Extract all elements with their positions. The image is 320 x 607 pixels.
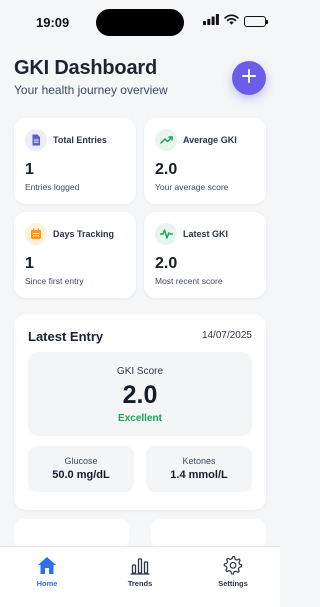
stat-card-total-entries: Total Entries 1 Entries logged xyxy=(14,118,136,204)
stat-description: Most recent score xyxy=(155,276,223,286)
tab-home-label: Home xyxy=(36,579,58,588)
ketones-value: 1.4 mmol/L xyxy=(170,469,228,481)
tab-trends-label: Trends xyxy=(127,579,153,588)
bottom-tab-bar: Home Trends Settings xyxy=(0,546,280,607)
gear-icon xyxy=(203,555,263,575)
pulse-icon xyxy=(155,223,177,245)
stat-description: Since first entry xyxy=(25,276,84,286)
dynamic-island xyxy=(96,9,184,36)
plus-icon xyxy=(242,68,256,88)
stat-value: 2.0 xyxy=(155,255,178,272)
stat-card-average-gki: Average GKI 2.0 Your average score xyxy=(144,118,266,204)
tab-trends[interactable]: Trends xyxy=(110,555,170,588)
tab-settings-label: Settings xyxy=(218,579,248,588)
stat-card-days-tracking: Days Tracking 1 Since first entry xyxy=(14,212,136,298)
signal-icon xyxy=(203,12,219,30)
stat-value: 1 xyxy=(25,255,34,272)
gki-score-label: GKI Score xyxy=(116,366,164,377)
latest-entry-date: 14/07/2025 xyxy=(201,330,252,341)
stat-label: Total Entries xyxy=(53,135,107,145)
status-bar: 19:09 xyxy=(0,0,280,44)
bar-chart-icon xyxy=(110,555,170,575)
document-icon xyxy=(25,129,47,151)
gki-score-status: Excellent xyxy=(118,413,162,424)
add-entry-button[interactable] xyxy=(232,61,266,95)
gki-score-value: 2.0 xyxy=(122,381,158,409)
glucose-panel: Glucose 50.0 mg/dL xyxy=(28,446,134,492)
next-card-right xyxy=(151,519,266,549)
home-icon xyxy=(17,555,77,575)
stat-value: 2.0 xyxy=(155,161,178,178)
stat-label: Average GKI xyxy=(183,135,237,145)
stat-value: 1 xyxy=(25,161,34,178)
stat-description: Your average score xyxy=(155,182,229,192)
status-icons xyxy=(203,12,268,30)
battery-icon xyxy=(244,15,268,27)
gki-score-panel: GKI Score 2.0 Excellent xyxy=(28,352,252,436)
ketones-label: Ketones xyxy=(182,456,216,466)
latest-entry-title: Latest Entry xyxy=(28,329,104,344)
stat-label: Latest GKI xyxy=(183,229,229,239)
page-title: GKI Dashboard xyxy=(14,57,157,79)
glucose-label: Glucose xyxy=(64,456,98,466)
calendar-icon xyxy=(25,223,47,245)
stat-card-latest-gki: Latest GKI 2.0 Most recent score xyxy=(144,212,266,298)
tab-home[interactable]: Home xyxy=(17,555,77,588)
app-screen: 19:09 GKI Dashboard Your health journey … xyxy=(0,0,280,607)
latest-entry-card[interactable]: Latest Entry 14/07/2025 GKI Score 2.0 Ex… xyxy=(14,314,266,510)
status-time: 19:09 xyxy=(36,15,70,30)
next-card-left xyxy=(14,519,129,549)
page-subtitle: Your health journey overview xyxy=(14,83,168,97)
stat-description: Entries logged xyxy=(25,182,80,192)
trending-up-icon xyxy=(155,129,177,151)
ketones-panel: Ketones 1.4 mmol/L xyxy=(146,446,252,492)
stat-label: Days Tracking xyxy=(53,229,115,239)
glucose-value: 50.0 mg/dL xyxy=(52,469,110,481)
tab-settings[interactable]: Settings xyxy=(203,555,263,588)
wifi-icon xyxy=(224,12,239,30)
